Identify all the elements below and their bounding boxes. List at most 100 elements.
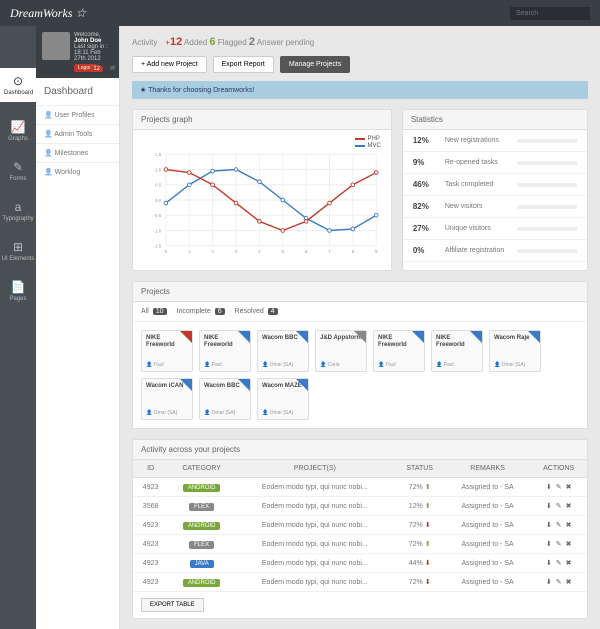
mail-icon[interactable]: ✉ — [110, 65, 115, 72]
svg-text:1.5: 1.5 — [155, 152, 162, 157]
stat-bar — [517, 205, 577, 209]
cell-actions: ⬇ ✎ ✖ — [530, 535, 587, 554]
stat-bar — [517, 183, 577, 187]
cell-status: 72% ⬆ — [395, 478, 445, 497]
table-title: Activity across your projects — [133, 440, 587, 460]
table-header[interactable]: ACTIONS — [530, 460, 587, 478]
nav-ui-elements[interactable]: ⊞UI Elements — [2, 240, 35, 262]
export-report-button[interactable]: Export Report — [213, 56, 274, 73]
table-row: 4923ANDROIDEodem modo typi, qui nunc nob… — [133, 573, 587, 592]
project-card[interactable]: Wacom Raje👤 Omar [SA] — [489, 330, 541, 372]
table-header[interactable]: ID — [133, 460, 168, 478]
edit-icon[interactable]: ✎ — [556, 579, 562, 586]
status-corner-icon — [238, 379, 250, 391]
download-icon[interactable]: ⬇ — [546, 560, 552, 567]
category-tag: FLEX — [189, 503, 214, 511]
icon-sidebar: ⊙Dashboard 📈Graphs ✎Forms aTypography ⊞UI El… — [0, 26, 36, 629]
card-user: 👤 Omar [SA] — [494, 362, 525, 368]
tab-incomplete[interactable]: Incomplete 6 — [177, 308, 225, 315]
tab-all[interactable]: All 10 — [141, 308, 167, 315]
main-content: Activity +12 Added 6 Flagged 2 Answer pe… — [120, 26, 600, 629]
category-tag: JAVA — [190, 560, 214, 568]
table-header[interactable]: REMARKS — [445, 460, 531, 478]
export-table-button[interactable]: EXPORT TABLE — [141, 598, 204, 612]
delete-icon[interactable]: ✖ — [566, 503, 572, 510]
delete-icon[interactable]: ✖ — [566, 560, 572, 567]
cell-status: 44% ⬇ — [395, 554, 445, 573]
nav-graphs[interactable]: 📈Graphs — [8, 120, 28, 142]
nav-typography[interactable]: aTypography — [2, 200, 33, 222]
table-row: 4923ANDROIDEodem modo typi, qui nunc nob… — [133, 516, 587, 535]
edit-icon[interactable]: ✎ — [556, 522, 562, 529]
table-header[interactable]: PROJECT(S) — [235, 460, 394, 478]
menu-item-milestones[interactable]: Milestones — [36, 143, 119, 162]
project-card[interactable]: NIKE Freeworld👤 Paul — [141, 330, 193, 372]
project-card[interactable]: Wacom iCAN👤 Omar [SA] — [141, 378, 193, 420]
stat-row: 27%Unique visitors — [403, 218, 587, 240]
download-icon[interactable]: ⬇ — [546, 522, 552, 529]
menu-item-worklog[interactable]: Worklog — [36, 162, 119, 181]
avatar[interactable] — [42, 32, 70, 60]
edit-icon[interactable]: ✎ — [556, 503, 562, 510]
menu-item-user-profiles[interactable]: User Profiles — [36, 105, 119, 124]
card-user: 👤 Omar [SA] — [262, 410, 293, 416]
download-icon[interactable]: ⬇ — [546, 484, 552, 491]
project-tabs: All 10 Incomplete 6 Resolved 4 — [133, 302, 587, 322]
project-card[interactable]: Wacom BBC👤 Omar [SA] — [199, 378, 251, 420]
notice-banner: ★ Thanks for choosing Dreamworks! — [132, 81, 588, 99]
project-card[interactable]: NIKE Freeworld👤 Paul — [373, 330, 425, 372]
download-icon[interactable]: ⬇ — [546, 541, 552, 548]
project-card[interactable]: J&D Appstorm👤 Carla — [315, 330, 367, 372]
edit-icon[interactable]: ✎ — [556, 541, 562, 548]
tab-resolved[interactable]: Resolved 4 — [235, 308, 278, 315]
manage-projects-button[interactable]: Manage Projects — [280, 56, 351, 73]
forms-icon: ✎ — [10, 160, 27, 174]
search-input[interactable] — [510, 7, 590, 20]
cell-id: 4923 — [133, 516, 168, 535]
delete-icon[interactable]: ✖ — [566, 522, 572, 529]
activity-table: IDCATEGORYPROJECT(S)STATUSREMARKSACTIONS… — [133, 460, 587, 592]
project-card[interactable]: NIKE Freeworld👤 Paul — [199, 330, 251, 372]
cell-project: Eodem modo typi, qui nunc nobi... — [235, 478, 394, 497]
cell-remarks: Assigned to - SA — [445, 516, 531, 535]
notification-badge[interactable]: 12 — [90, 66, 103, 72]
table-header[interactable]: CATEGORY — [168, 460, 235, 478]
download-icon[interactable]: ⬇ — [546, 503, 552, 510]
card-user: 👤 Paul — [378, 362, 396, 368]
delete-icon[interactable]: ✖ — [566, 484, 572, 491]
project-card[interactable]: NIKE Freeworld👤 Paul — [431, 330, 483, 372]
logo: DreamWorks ☆ — [10, 6, 86, 21]
category-tag: FLEX — [189, 541, 214, 549]
card-user: 👤 Omar [SA] — [262, 362, 293, 368]
project-card[interactable]: Wacom MAZE👤 Omar [SA] — [257, 378, 309, 420]
add-project-button[interactable]: + Add new Project — [132, 56, 207, 73]
delete-icon[interactable]: ✖ — [566, 541, 572, 548]
nav-dashboard[interactable]: ⊙Dashboard — [0, 68, 36, 102]
stat-label: Task completed — [445, 181, 509, 188]
delete-icon[interactable]: ✖ — [566, 579, 572, 586]
stat-label: Affiliate registration — [445, 247, 509, 254]
table-row: 4923FLEXEodem modo typi, qui nunc nobi..… — [133, 535, 587, 554]
menu-title: Dashboard — [36, 78, 119, 105]
nav-forms[interactable]: ✎Forms — [10, 160, 27, 182]
menu-sidebar: Welcome, John Doe Last sign in : 18:11 F… — [36, 26, 120, 629]
menu-item-admin-tools[interactable]: Admin Tools — [36, 124, 119, 143]
nav-pages[interactable]: 📄Pages — [9, 280, 26, 302]
edit-icon[interactable]: ✎ — [556, 560, 562, 567]
project-card[interactable]: Wacom BBC👤 Omar [SA] — [257, 330, 309, 372]
card-user: 👤 Omar [SA] — [146, 410, 177, 416]
category-tag: ANDROID — [183, 522, 221, 530]
activity-label: Activity — [132, 38, 157, 47]
legend-item: MVC — [355, 143, 380, 149]
top-header: DreamWorks ☆ — [0, 0, 600, 26]
svg-text:9: 9 — [375, 249, 378, 254]
table-row: 4923ANDROIDEodem modo typi, qui nunc nob… — [133, 478, 587, 497]
download-icon[interactable]: ⬇ — [546, 579, 552, 586]
status-corner-icon — [180, 379, 192, 391]
table-header[interactable]: STATUS — [395, 460, 445, 478]
projects-graph-panel: Projects graph PHPMVC 1.51.00.50.0-0.5-1… — [132, 109, 392, 271]
stat-bar — [517, 161, 577, 165]
edit-icon[interactable]: ✎ — [556, 484, 562, 491]
stat-row: 0%Affiliate registration — [403, 240, 587, 262]
stat-percent: 12% — [413, 136, 437, 145]
